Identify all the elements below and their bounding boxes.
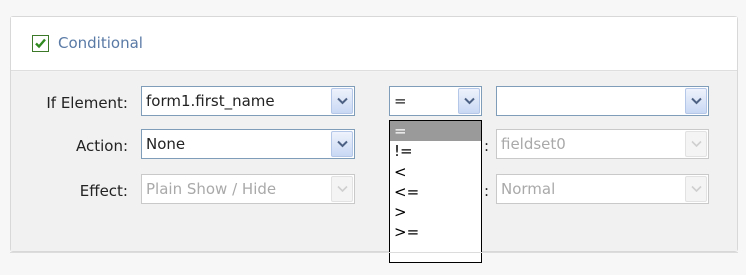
operator-dropdown-list: = != < <= > >= bbox=[389, 120, 482, 263]
chevron-down-icon bbox=[337, 97, 348, 105]
effect-label: Effect: bbox=[79, 182, 128, 200]
target-select[interactable]: fieldset0 bbox=[496, 129, 709, 159]
conditional-checkbox[interactable] bbox=[32, 35, 49, 52]
chevron-down-icon bbox=[691, 140, 702, 148]
target-value: fieldset0 bbox=[501, 135, 566, 153]
chevron-down-icon bbox=[691, 97, 702, 105]
conditional-label: Conditional bbox=[58, 34, 143, 52]
checkmark-icon bbox=[35, 38, 46, 49]
speed-select[interactable]: Normal bbox=[496, 174, 709, 204]
compare-value-select[interactable] bbox=[496, 86, 709, 116]
operator-option-eq[interactable]: = bbox=[390, 121, 481, 142]
effect-dropdown-button bbox=[331, 176, 353, 202]
if-element-label: If Element: bbox=[46, 94, 128, 112]
operator-option-lt[interactable]: < bbox=[390, 162, 481, 182]
action-select[interactable]: None bbox=[141, 129, 355, 159]
if-element-select[interactable]: form1.first_name bbox=[141, 86, 355, 116]
chevron-down-icon bbox=[691, 185, 702, 193]
chevron-down-icon bbox=[337, 140, 348, 148]
speed-dropdown-button bbox=[685, 176, 707, 202]
operator-value: = bbox=[394, 92, 407, 110]
target-dropdown-button bbox=[685, 131, 707, 157]
speed-colon: : bbox=[484, 182, 490, 200]
panel-divider bbox=[10, 252, 738, 253]
action-dropdown-button[interactable] bbox=[331, 131, 353, 157]
conditional-header: Conditional bbox=[11, 17, 737, 71]
effect-select[interactable]: Plain Show / Hide bbox=[141, 174, 355, 204]
operator-option-gt[interactable]: > bbox=[390, 202, 481, 222]
compare-value-dropdown-button[interactable] bbox=[685, 88, 707, 114]
operator-select[interactable]: = bbox=[389, 86, 482, 116]
operator-option-neq[interactable]: != bbox=[390, 141, 481, 161]
effect-value: Plain Show / Hide bbox=[146, 180, 277, 198]
action-value: None bbox=[146, 135, 186, 153]
speed-value: Normal bbox=[501, 180, 556, 198]
if-element-dropdown-button[interactable] bbox=[331, 88, 353, 114]
operator-option-gte[interactable]: >= bbox=[390, 222, 481, 242]
if-element-value: form1.first_name bbox=[146, 92, 275, 110]
operator-option-lte[interactable]: <= bbox=[390, 182, 481, 202]
operator-dropdown-button[interactable] bbox=[458, 88, 480, 114]
action-label: Action: bbox=[75, 137, 128, 155]
chevron-down-icon bbox=[464, 97, 475, 105]
target-colon: : bbox=[484, 137, 490, 155]
chevron-down-icon bbox=[337, 185, 348, 193]
